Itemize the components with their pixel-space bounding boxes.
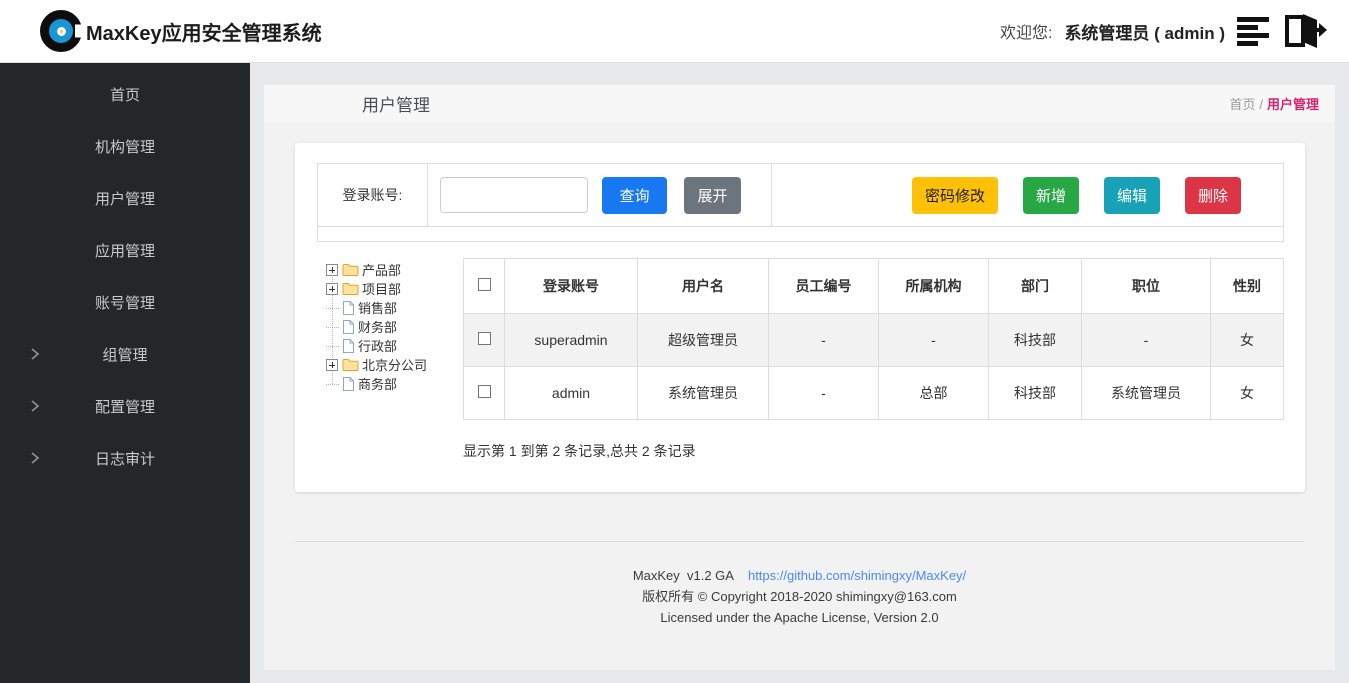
col-header-username: 用户名 bbox=[638, 259, 769, 314]
folder-icon bbox=[342, 357, 359, 372]
query-button[interactable]: 查询 bbox=[602, 177, 667, 214]
add-button[interactable]: 新增 bbox=[1023, 177, 1079, 214]
table-row[interactable]: superadmin 超级管理员 - - 科技部 - 女 bbox=[464, 314, 1284, 367]
col-header-department: 部门 bbox=[989, 259, 1082, 314]
col-header-position: 职位 bbox=[1082, 259, 1211, 314]
expand-button[interactable]: 展开 bbox=[684, 177, 741, 214]
breadcrumb-separator: / bbox=[1259, 97, 1263, 112]
delete-button[interactable]: 删除 bbox=[1185, 177, 1241, 214]
col-header-gender: 性别 bbox=[1211, 259, 1284, 314]
sidebar-item-user-mgmt[interactable]: 用户管理 bbox=[0, 172, 250, 224]
expand-plus-icon[interactable] bbox=[326, 283, 338, 295]
chevron-right-icon bbox=[30, 346, 40, 362]
tree-node-leaf[interactable]: 商务部 bbox=[326, 374, 463, 393]
sidebar-item-org-mgmt[interactable]: 机构管理 bbox=[0, 120, 250, 172]
footer-license: Licensed under the Apache License, Versi… bbox=[264, 607, 1335, 628]
tree-node-leaf[interactable]: 销售部 bbox=[326, 298, 463, 317]
tree-connector bbox=[326, 317, 342, 336]
col-header-login: 登录账号 bbox=[505, 259, 638, 314]
col-header-organization: 所属机构 bbox=[879, 259, 989, 314]
app-header: MaxKey应用安全管理系统 欢迎您: 系统管理员 ( admin ) bbox=[0, 0, 1349, 63]
sidebar: 首页 机构管理 用户管理 应用管理 账号管理 组管理 配置管理 bbox=[0, 63, 250, 683]
tree-node-leaf[interactable]: 财务部 bbox=[326, 317, 463, 336]
folder-icon bbox=[342, 262, 359, 277]
select-all-checkbox[interactable] bbox=[478, 278, 491, 291]
user-management-card: 登录账号: 查询 展开 密码修改 新增 编辑 删除 bbox=[295, 143, 1305, 492]
search-toolbar: 登录账号: 查询 展开 密码修改 新增 编辑 删除 bbox=[317, 163, 1284, 242]
sidebar-item-app-mgmt[interactable]: 应用管理 bbox=[0, 224, 250, 276]
chevron-right-icon bbox=[30, 450, 40, 466]
page-title-bar: 用户管理 首页 / 用户管理 bbox=[264, 85, 1335, 122]
breadcrumb-current: 用户管理 bbox=[1267, 97, 1319, 112]
search-controls: 查询 展开 bbox=[428, 164, 772, 226]
users-table: 登录账号 用户名 员工编号 所属机构 部门 职位 性别 bbox=[463, 258, 1284, 420]
department-tree: 产品部 项目部 bbox=[317, 258, 463, 461]
welcome-label: 欢迎您: bbox=[1000, 19, 1052, 43]
row-checkbox[interactable] bbox=[478, 332, 491, 345]
sidebar-item-account-mgmt[interactable]: 账号管理 bbox=[0, 276, 250, 328]
table-row[interactable]: admin 系统管理员 - 总部 科技部 系统管理员 女 bbox=[464, 367, 1284, 420]
maxkey-logo-icon bbox=[38, 8, 84, 54]
records-summary: 显示第 1 到第 2 条记录,总共 2 条记录 bbox=[463, 441, 1284, 461]
row-checkbox[interactable] bbox=[478, 385, 491, 398]
breadcrumb-home-link[interactable]: 首页 bbox=[1229, 97, 1255, 112]
expand-plus-icon[interactable] bbox=[326, 359, 338, 371]
table-header-row: 登录账号 用户名 员工编号 所属机构 部门 职位 性别 bbox=[464, 259, 1284, 314]
action-buttons: 密码修改 新增 编辑 删除 bbox=[772, 164, 1283, 226]
page-footer: MaxKey v1.2 GA https://github.com/shiming… bbox=[264, 565, 1335, 628]
app-title: MaxKey应用安全管理系统 bbox=[86, 17, 322, 46]
tree-connector bbox=[326, 298, 342, 317]
footer-divider bbox=[295, 541, 1304, 542]
folder-icon bbox=[342, 281, 359, 296]
sidebar-item-group-mgmt[interactable]: 组管理 bbox=[0, 328, 250, 380]
tree-connector bbox=[326, 336, 342, 355]
page-title: 用户管理 bbox=[362, 91, 430, 116]
file-icon bbox=[342, 300, 355, 316]
col-header-employee-no: 员工编号 bbox=[769, 259, 879, 314]
file-icon bbox=[342, 319, 355, 335]
brand: MaxKey应用安全管理系统 bbox=[38, 8, 322, 54]
file-icon bbox=[342, 338, 355, 354]
logout-icon[interactable] bbox=[1283, 13, 1327, 49]
sidebar-item-log-audit[interactable]: 日志审计 bbox=[0, 432, 250, 484]
login-account-label: 登录账号: bbox=[318, 164, 428, 226]
sidebar-item-home[interactable]: 首页 bbox=[0, 68, 250, 120]
expand-plus-icon[interactable] bbox=[326, 264, 338, 276]
tree-node-folder[interactable]: 产品部 bbox=[326, 260, 463, 279]
collapsed-search-row bbox=[318, 226, 1283, 241]
sidebar-item-config-mgmt[interactable]: 配置管理 bbox=[0, 380, 250, 432]
breadcrumb: 首页 / 用户管理 bbox=[1229, 94, 1319, 113]
chevron-right-icon bbox=[30, 398, 40, 414]
user-area: 欢迎您: 系统管理员 ( admin ) bbox=[1000, 13, 1327, 49]
logo-target bbox=[49, 19, 73, 43]
footer-copyright: 版权所有 © Copyright 2018-2020 shimingxy@163… bbox=[264, 586, 1335, 607]
tree-node-folder[interactable]: 北京分公司 bbox=[326, 355, 463, 374]
footer-github-link[interactable]: https://github.com/shimingxy/MaxKey/ bbox=[748, 568, 966, 583]
tree-connector bbox=[326, 374, 342, 393]
password-modify-button[interactable]: 密码修改 bbox=[912, 177, 998, 214]
footer-version: MaxKey v1.2 GA bbox=[633, 568, 734, 583]
login-account-input[interactable] bbox=[440, 177, 588, 213]
logo-gap bbox=[75, 25, 84, 38]
list-menu-icon[interactable] bbox=[1237, 17, 1271, 46]
users-table-container: 登录账号 用户名 员工编号 所属机构 部门 职位 性别 bbox=[463, 258, 1284, 461]
tree-node-leaf[interactable]: 行政部 bbox=[326, 336, 463, 355]
content-area: 用户管理 首页/用户管理 登录账号: 查询 展开 密码修 bbox=[250, 63, 1349, 683]
current-user: 系统管理员 ( admin ) bbox=[1064, 19, 1225, 44]
content-panel: 用户管理 首页/用户管理 登录账号: 查询 展开 密码修 bbox=[264, 85, 1335, 670]
edit-button[interactable]: 编辑 bbox=[1104, 177, 1160, 214]
tree-node-folder[interactable]: 项目部 bbox=[326, 279, 463, 298]
file-icon bbox=[342, 376, 355, 392]
